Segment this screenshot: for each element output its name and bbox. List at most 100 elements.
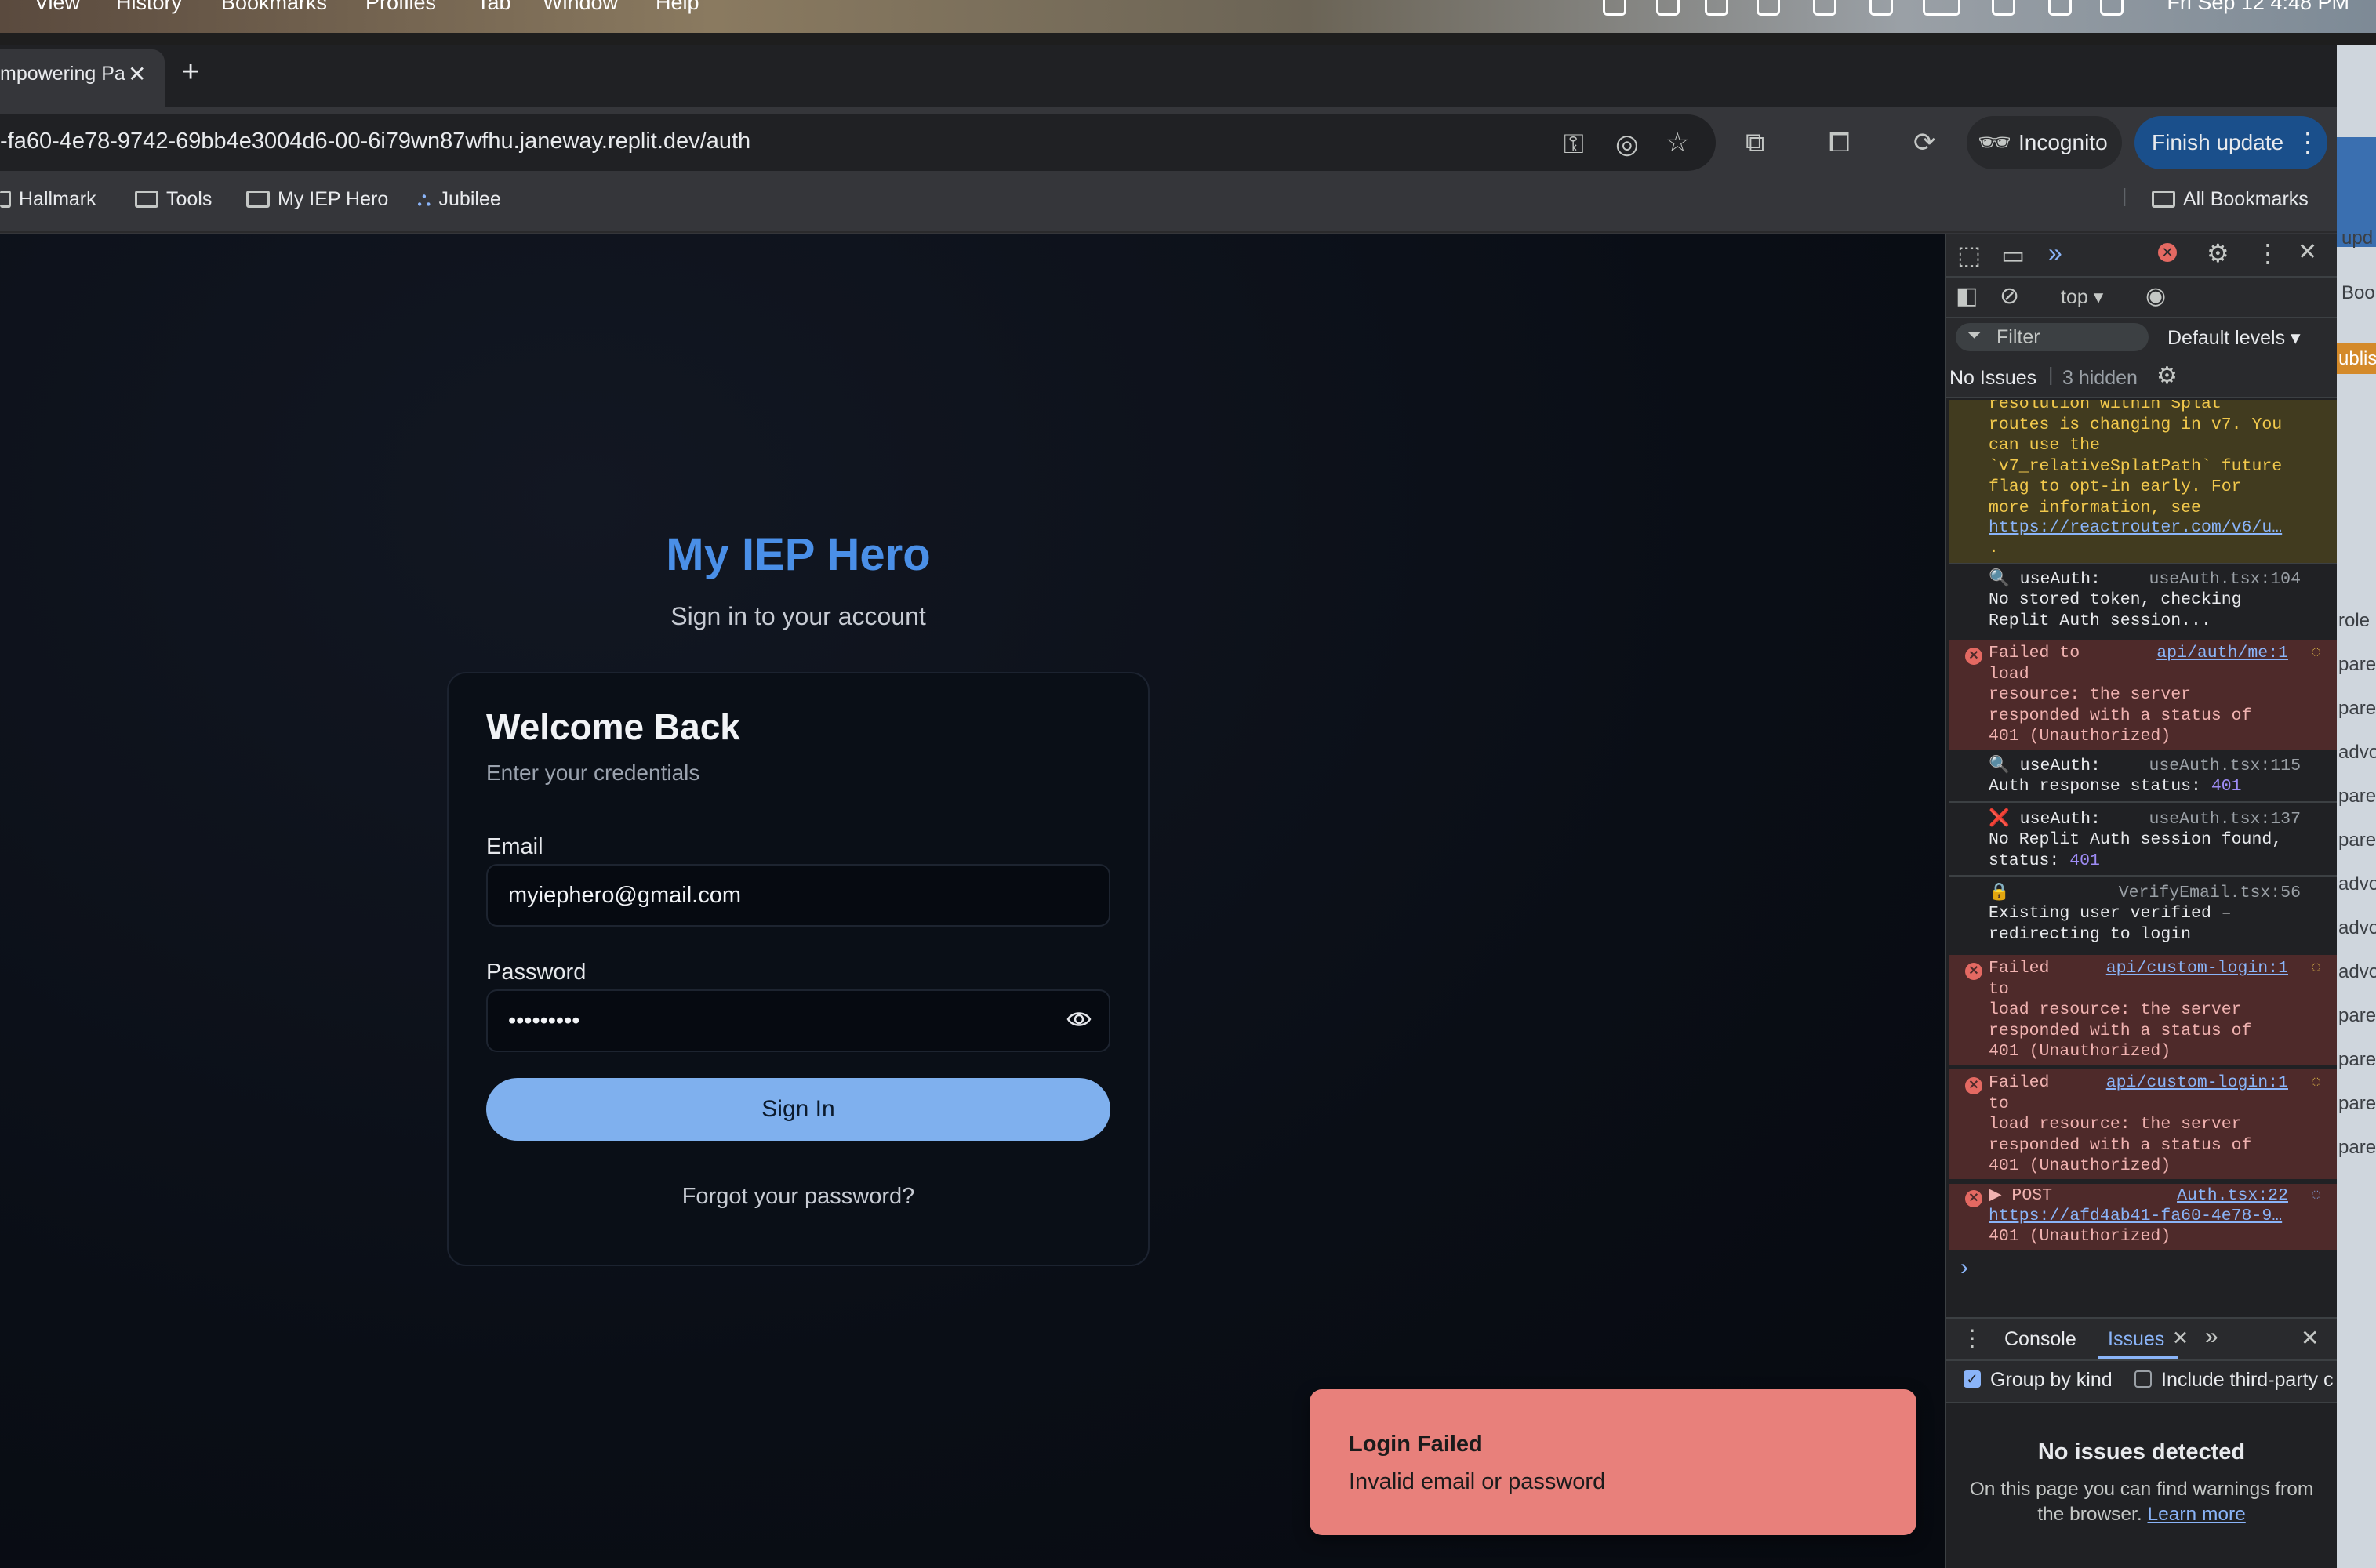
menu-profiles[interactable]: Profiles (365, 0, 436, 15)
log-entry: 🔍 useAuth: useAuth.tsx:104 No stored tok… (1949, 566, 2337, 635)
error-source-link[interactable]: api/auth/me:1 (2156, 643, 2288, 664)
log-source[interactable]: VerifyEmail.tsx:56 (2119, 883, 2301, 904)
search-icon[interactable] (2048, 0, 2072, 16)
error-log-entry: ✕ Failed to load resource: the server re… (1949, 640, 2337, 750)
live-expression-eye-icon[interactable]: ◉ (2145, 282, 2166, 310)
bookmark-hallmark[interactable]: Hallmark (0, 188, 96, 211)
no-issues-description: On this page you can find warnings from … (1957, 1477, 2326, 1527)
drawer-kebab-icon[interactable]: ⋮ (1960, 1325, 1984, 1352)
peek-text: pare (2338, 786, 2376, 807)
error-log-entry: ✕ Failed to load resource: the server re… (1949, 1069, 2337, 1179)
default-levels-dropdown[interactable]: Default levels ▾ (2167, 326, 2301, 350)
sign-in-button[interactable]: Sign In (486, 1078, 1110, 1141)
context-selector[interactable]: top ▾ (2061, 285, 2103, 309)
tab-strip (0, 45, 2337, 107)
error-source-link[interactable]: api/custom-login:1 (2106, 958, 2288, 979)
no-issues-label[interactable]: No Issues (1949, 367, 2036, 390)
inspect-element-icon[interactable]: ⬚ (1957, 240, 1981, 270)
filter-input[interactable] (1956, 323, 2149, 351)
status-icon[interactable] (1705, 0, 1728, 16)
log-head: ❌ useAuth: (1989, 810, 2101, 829)
log-source[interactable]: useAuth.tsx:137 (2149, 809, 2301, 830)
error-count-icon[interactable]: ✕ (2158, 243, 2177, 262)
error-toast[interactable] (1310, 1389, 1916, 1535)
log-separator (1949, 801, 2337, 803)
log-source[interactable]: useAuth.tsx:104 (2149, 569, 2301, 590)
extensions-icon[interactable]: ⧉ (1746, 127, 1764, 158)
battery-icon[interactable] (1923, 0, 1960, 16)
menu-window[interactable]: Window (543, 0, 618, 15)
close-issues-tab-icon[interactable]: ✕ (2172, 1327, 2189, 1350)
warning-link[interactable]: https://reactrouter.com/v6/u… (1989, 517, 2282, 539)
error-status: 401 (Unauthorized) (1989, 1227, 2171, 1246)
sidebar-toggle-icon[interactable]: ◧ (1956, 282, 1978, 310)
eye-off-icon[interactable]: ◎ (1615, 129, 1639, 160)
network-icon[interactable]: ◌ (2311, 958, 2321, 979)
kebab-menu-icon[interactable]: ⋮ (2294, 127, 2321, 158)
bookmark-my-iep-hero[interactable]: My IEP Hero (246, 188, 388, 211)
brand-title: My IEP Hero (666, 529, 931, 580)
tab-close-icon[interactable]: ✕ (128, 61, 146, 87)
group-by-kind-checkbox[interactable]: ✓ (1964, 1370, 1981, 1388)
network-icon[interactable]: ◌ (2311, 643, 2321, 664)
status-icon[interactable] (1656, 0, 1680, 16)
include-third-party-checkbox[interactable] (2134, 1370, 2152, 1388)
new-tab-button[interactable]: + (182, 56, 199, 88)
settings-gear-icon[interactable]: ⚙ (2207, 238, 2229, 268)
cast-icon[interactable]: ⧠ (1829, 127, 1850, 158)
expand-post[interactable]: ▶ POST (1989, 1185, 2052, 1207)
more-panels-icon[interactable]: » (2048, 238, 2062, 267)
toast-message: Invalid email or password (1349, 1469, 1606, 1494)
devtools-kebab-icon[interactable]: ⋮ (2255, 238, 2280, 268)
devtools-close-icon[interactable]: ✕ (2298, 238, 2317, 266)
peek-text: advo (2338, 961, 2376, 982)
device-toolbar-icon[interactable]: ▭ (2001, 240, 2025, 270)
menu-history[interactable]: History (116, 0, 182, 15)
show-password-icon[interactable] (1066, 1007, 1092, 1032)
clear-console-icon[interactable]: ⊘ (2000, 282, 2019, 310)
display-icon[interactable] (1757, 0, 1780, 16)
sync-icon[interactable]: ⟳ (1913, 127, 1936, 158)
hidden-count[interactable]: 3 hidden (2062, 367, 2138, 390)
wifi-icon[interactable] (1992, 0, 2015, 16)
request-url-link[interactable]: https://afd4ab41-fa60-4e78-9… (1989, 1206, 2282, 1227)
bookmark-tools[interactable]: Tools (135, 188, 212, 211)
tab-console[interactable]: Console (2004, 1328, 2076, 1351)
key-icon[interactable]: ⚿ (1564, 129, 1584, 160)
issues-settings-icon[interactable]: ⚙ (2156, 362, 2178, 390)
menubar-clock[interactable]: Fri Sep 12 4:48 PM (2167, 0, 2349, 15)
tab-title[interactable]: mpowering Pa (0, 63, 125, 85)
log-body: No Replit Auth session found, status: 40… (1989, 829, 2282, 871)
drawer-close-icon[interactable]: ✕ (2301, 1325, 2319, 1351)
bookmark-jubilee[interactable]: ⛬ Jubilee (417, 188, 501, 211)
forgot-password-link[interactable]: Forgot your password? (0, 1184, 1597, 1210)
peek-text: advo (2338, 873, 2376, 895)
error-source-link[interactable]: api/custom-login:1 (2106, 1073, 2288, 1094)
email-field[interactable] (486, 864, 1110, 927)
url-text[interactable]: -fa60-4e78-9742-69bb4e3004d6-00-6i79wn87… (0, 129, 750, 154)
learn-more-link[interactable]: Learn more (2147, 1504, 2245, 1525)
menu-help[interactable]: Help (656, 0, 699, 15)
play-icon[interactable] (1869, 0, 1893, 16)
bookmark-label: Jubilee (438, 188, 501, 210)
network-icon[interactable]: ◌ (2311, 1185, 2321, 1207)
no-issues-desc-text: On this page you can find warnings from … (1969, 1479, 2314, 1525)
log-entry: 🔍 useAuth: useAuth.tsx:115 Auth response… (1949, 754, 2337, 801)
issues-divider: | (2048, 364, 2054, 386)
all-bookmarks[interactable]: All Bookmarks (2152, 188, 2309, 211)
menu-bookmarks[interactable]: Bookmarks (221, 0, 327, 15)
star-icon[interactable]: ☆ (1666, 127, 1689, 158)
password-field[interactable] (486, 989, 1110, 1052)
menu-view[interactable]: View (35, 0, 80, 15)
menu-tab[interactable]: Tab (477, 0, 511, 15)
volume-icon[interactable] (1813, 0, 1836, 16)
peek-text: pare (2338, 1049, 2376, 1070)
more-tabs-icon[interactable]: » (2205, 1323, 2218, 1350)
control-center-icon[interactable] (2100, 0, 2124, 16)
log-source[interactable]: useAuth.tsx:115 (2149, 756, 2301, 777)
status-icon[interactable] (1603, 0, 1626, 16)
console-prompt[interactable]: › (1960, 1254, 1968, 1281)
error-source-link[interactable]: Auth.tsx:22 (2177, 1185, 2288, 1207)
network-icon[interactable]: ◌ (2311, 1073, 2321, 1094)
tab-issues[interactable]: Issues (2108, 1328, 2164, 1351)
